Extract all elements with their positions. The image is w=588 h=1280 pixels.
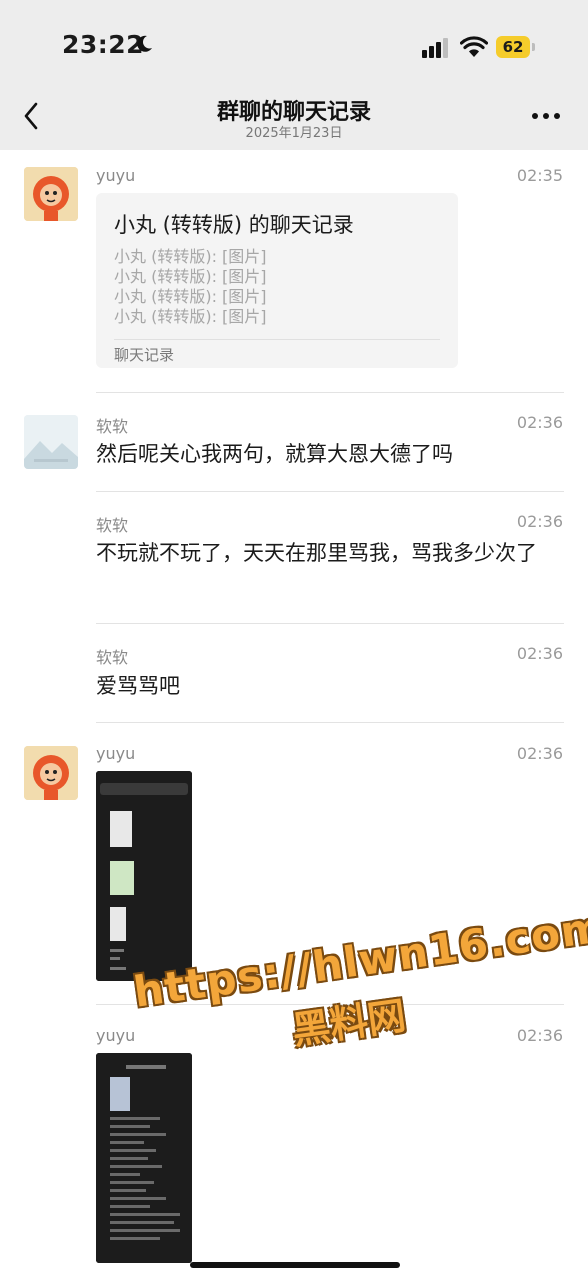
chat-record-title: 小丸 (转转版) 的聊天记录: [114, 213, 354, 237]
home-indicator[interactable]: [190, 1262, 400, 1268]
nav-bar: 群聊的聊天记录 2025年1月23日: [0, 92, 588, 150]
message-time: 02:36: [516, 512, 563, 531]
chat-record-line: 小丸 (转转版): [图片]: [114, 307, 267, 326]
chat-record-card[interactable]: 小丸 (转转版) 的聊天记录 小丸 (转转版): [图片] 小丸 (转转版): …: [96, 193, 458, 368]
avatar-lion-icon: [24, 167, 78, 221]
divider: [96, 491, 564, 492]
image-thumbnail[interactable]: [96, 771, 192, 981]
message-text: 然后呢关心我两句，就算大恩大德了吗: [96, 442, 453, 466]
divider: [96, 623, 564, 624]
message-time: 02:35: [516, 166, 563, 185]
chat-record-footer: 聊天记录: [114, 346, 175, 364]
signal-icon: [422, 38, 448, 58]
page-date: 2025年1月23日: [245, 126, 343, 141]
status-bar: 23:22 62: [0, 0, 588, 92]
sender-name: 软软: [96, 516, 129, 535]
moon-icon: [137, 35, 152, 52]
watermark-text: 黑料网: [289, 993, 409, 1053]
divider: [96, 392, 564, 393]
message-time: 02:36: [516, 1026, 563, 1045]
avatar-landscape-icon: [24, 415, 78, 469]
wifi-icon: [460, 36, 488, 57]
avatar-lion-icon: [24, 746, 78, 800]
message-time: 02:36: [516, 744, 563, 763]
phone-screenshot-image: [96, 771, 192, 981]
sender-name: 软软: [96, 417, 129, 436]
divider: [114, 339, 440, 340]
message-text: 不玩就不玩了，天天在那里骂我，骂我多少次了: [96, 541, 537, 565]
divider: [96, 722, 564, 723]
message-time: 02:36: [516, 413, 563, 432]
image-thumbnail[interactable]: [96, 1053, 192, 1263]
battery-percent: 62: [502, 38, 524, 56]
sender-name: yuyu: [96, 744, 136, 763]
sender-name: 软软: [96, 648, 129, 667]
status-time: 23:22: [62, 30, 145, 59]
avatar[interactable]: [24, 746, 78, 800]
phone-screenshot-image: [96, 1053, 192, 1263]
sender-name: yuyu: [96, 1026, 136, 1045]
more-icon[interactable]: [530, 110, 562, 122]
message-time: 02:36: [516, 644, 563, 663]
avatar[interactable]: [24, 415, 78, 469]
avatar[interactable]: [24, 167, 78, 221]
message-text: 爱骂骂吧: [96, 674, 180, 698]
sender-name: yuyu: [96, 166, 136, 185]
battery-indicator: 62: [496, 36, 536, 58]
